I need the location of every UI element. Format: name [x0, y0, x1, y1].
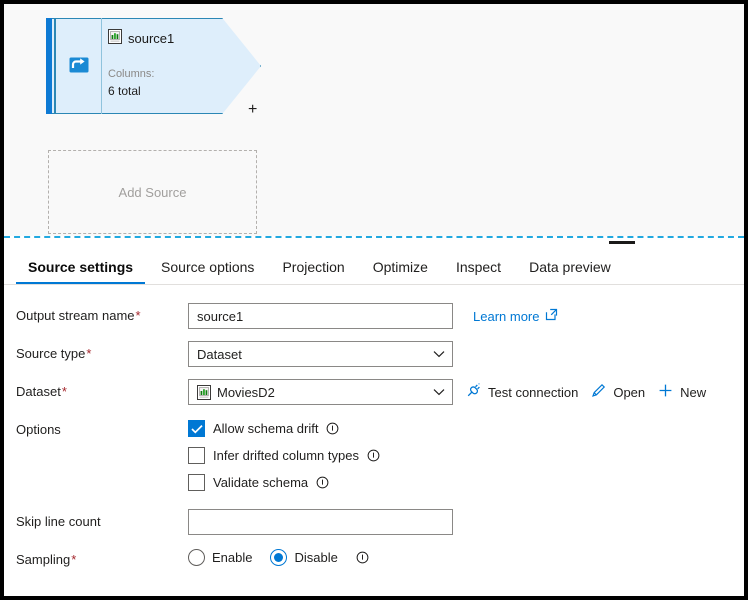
dataset-icon	[108, 29, 122, 47]
row-skip-line-count: Skip line count	[4, 509, 744, 547]
row-output-stream-name: Output stream name* Learn more	[4, 303, 744, 341]
splitter-dashed-line	[4, 236, 744, 238]
source-node-columns-label: Columns:	[108, 67, 261, 83]
splitter-drag-handle[interactable]	[609, 241, 635, 244]
radio-sampling-enable[interactable]: Enable	[188, 549, 252, 566]
source-arrow-icon	[68, 54, 90, 79]
tab-source-settings[interactable]: Source settings	[14, 260, 147, 284]
tab-optimize[interactable]: Optimize	[359, 260, 442, 284]
checkbox-box[interactable]	[188, 474, 205, 491]
required-marker: *	[136, 308, 141, 323]
source-node-title-row: source1	[108, 29, 261, 47]
tab-data-preview[interactable]: Data preview	[515, 260, 625, 284]
open-dataset-label: Open	[613, 385, 645, 400]
info-icon[interactable]	[316, 476, 329, 489]
add-source-placeholder[interactable]: Add Source	[48, 150, 257, 234]
checkbox-validate-schema[interactable]: Validate schema	[188, 474, 380, 491]
control-skip-line-count	[188, 509, 744, 535]
output-stream-name-input[interactable]	[188, 303, 453, 329]
radio-dot[interactable]	[188, 549, 205, 566]
source-node-icon-column	[56, 18, 102, 114]
source-node-body: source1 Columns: 6 total	[104, 18, 261, 114]
label-options-text: Options	[16, 422, 61, 437]
control-options: Allow schema drift Infer drifted column …	[188, 417, 744, 491]
control-sampling: Enable Disable	[188, 547, 744, 566]
source-settings-form: Output stream name* Learn more	[4, 285, 744, 585]
control-output-stream-name: Learn more	[188, 303, 744, 329]
info-icon[interactable]	[367, 449, 380, 462]
dataset-dropdown[interactable]: MoviesD2	[188, 379, 453, 405]
external-link-icon	[545, 308, 558, 324]
source-node-name: source1	[128, 31, 174, 46]
row-dataset: Dataset* MoviesD2	[4, 379, 744, 417]
required-marker: *	[86, 346, 91, 361]
control-source-type: Dataset	[188, 341, 744, 367]
label-skip-line-count-text: Skip line count	[16, 514, 101, 529]
source-node-accent-line	[54, 18, 56, 114]
checkbox-allow-schema-drift[interactable]: Allow schema drift	[188, 420, 380, 437]
new-dataset-label: New	[680, 385, 706, 400]
panel-splitter[interactable]	[4, 236, 744, 245]
tab-projection[interactable]: Projection	[268, 260, 358, 284]
source-type-dropdown[interactable]: Dataset	[188, 341, 453, 367]
control-dataset: MoviesD2	[188, 379, 744, 405]
radio-sampling-disable[interactable]: Disable	[270, 549, 337, 566]
checkbox-infer-drifted-column-types-label: Infer drifted column types	[213, 448, 359, 463]
options-checkbox-list: Allow schema drift Infer drifted column …	[188, 417, 380, 491]
test-connection-label: Test connection	[488, 385, 578, 400]
test-connection-button[interactable]: Test connection	[465, 382, 578, 402]
label-source-type-text: Source type	[16, 346, 85, 361]
source-type-value: Dataset	[197, 347, 242, 362]
source-node-accent-bar	[46, 18, 52, 114]
checkbox-infer-drifted-column-types[interactable]: Infer drifted column types	[188, 447, 380, 464]
label-options: Options	[16, 417, 188, 437]
learn-more-label: Learn more	[473, 309, 539, 324]
checkbox-allow-schema-drift-label: Allow schema drift	[213, 421, 318, 436]
source-settings-screen: source1 Columns: 6 total + Add Source So…	[0, 0, 748, 600]
radio-sampling-disable-label: Disable	[294, 550, 337, 565]
label-dataset: Dataset*	[16, 379, 188, 399]
dataflow-canvas[interactable]: source1 Columns: 6 total + Add Source	[4, 4, 744, 236]
label-dataset-text: Dataset	[16, 384, 61, 399]
checkbox-box[interactable]	[188, 420, 205, 437]
skip-line-count-input[interactable]	[188, 509, 453, 535]
add-source-label: Add Source	[119, 185, 187, 200]
plug-icon	[465, 382, 482, 402]
checkbox-box[interactable]	[188, 447, 205, 464]
checkbox-validate-schema-label: Validate schema	[213, 475, 308, 490]
radio-dot[interactable]	[270, 549, 287, 566]
required-marker: *	[71, 552, 76, 567]
required-marker: *	[62, 384, 67, 399]
row-sampling: Sampling* Enable Disable	[4, 547, 744, 585]
source-node[interactable]: source1 Columns: 6 total	[46, 18, 261, 114]
label-skip-line-count: Skip line count	[16, 509, 188, 529]
settings-tabbar: Source settings Source options Projectio…	[4, 245, 744, 285]
row-options: Options Allow schema drift	[4, 417, 744, 509]
new-dataset-button[interactable]: New	[657, 382, 706, 402]
row-source-type: Source type* Dataset	[4, 341, 744, 379]
info-icon[interactable]	[356, 551, 369, 564]
learn-more-link[interactable]: Learn more	[473, 308, 558, 324]
label-sampling: Sampling*	[16, 547, 188, 567]
open-dataset-button[interactable]: Open	[590, 382, 645, 402]
dataset-value: MoviesD2	[217, 385, 275, 400]
radio-sampling-enable-label: Enable	[212, 550, 252, 565]
dataset-icon	[197, 385, 211, 400]
tab-source-options[interactable]: Source options	[147, 260, 268, 284]
tab-inspect[interactable]: Inspect	[442, 260, 515, 284]
chevron-down-icon	[433, 388, 445, 396]
chevron-down-icon	[433, 350, 445, 358]
plus-icon	[657, 382, 674, 402]
label-output-stream-name-text: Output stream name	[16, 308, 135, 323]
info-icon[interactable]	[326, 422, 339, 435]
label-output-stream-name: Output stream name*	[16, 303, 188, 323]
source-node-columns: Columns: 6 total	[108, 67, 261, 100]
source-node-columns-value: 6 total	[108, 83, 261, 100]
label-sampling-text: Sampling	[16, 552, 70, 567]
pencil-icon	[590, 382, 607, 402]
sampling-radio-group: Enable Disable	[188, 547, 369, 566]
label-source-type: Source type*	[16, 341, 188, 361]
